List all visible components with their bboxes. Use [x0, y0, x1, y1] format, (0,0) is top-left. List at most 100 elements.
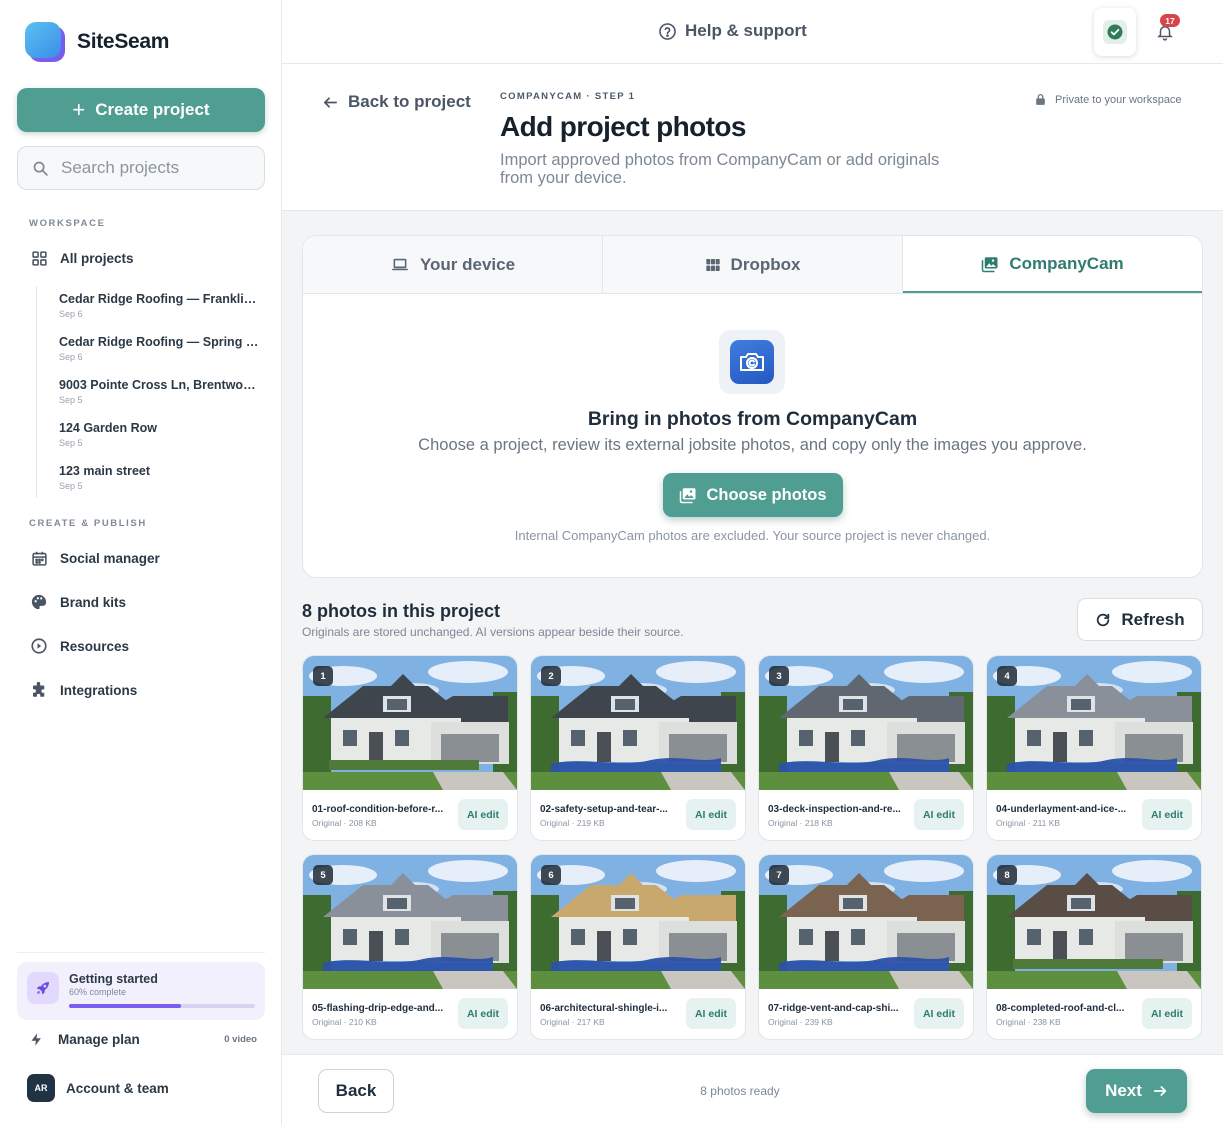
- project-item[interactable]: Cedar Ridge Roofing — Spring R... Sep 6: [59, 335, 259, 362]
- import-description: Choose a project, review its external jo…: [418, 436, 1087, 454]
- photo-filename: 08-completed-roof-and-cl...: [996, 1003, 1125, 1014]
- sidebar-item-label: Resources: [60, 638, 130, 654]
- ai-edit-button[interactable]: AI edit: [1142, 799, 1192, 830]
- photo-number: 8: [997, 865, 1017, 885]
- photo-filename: 02-safety-setup-and-tear-...: [540, 804, 668, 815]
- project-list: Cedar Ridge Roofing — Franklin ... Sep 6…: [36, 286, 268, 498]
- project-item[interactable]: Cedar Ridge Roofing — Franklin ... Sep 6: [59, 292, 259, 319]
- photo-card[interactable]: 6 06-architectural-shingle-i... Original ·…: [530, 854, 746, 1040]
- tab-label: Your device: [419, 254, 516, 274]
- page-description: Import approved photos from CompanyCam o…: [500, 151, 940, 187]
- project-item[interactable]: 124 Garden Row Sep 5: [59, 421, 259, 448]
- project-item[interactable]: 123 main street Sep 5: [59, 464, 259, 491]
- next-button[interactable]: Next: [1086, 1069, 1187, 1113]
- sidebar-item-resources[interactable]: Resources: [29, 636, 129, 656]
- import-title: Bring in photos from CompanyCam: [587, 408, 918, 430]
- tab-dropbox[interactable]: Dropbox: [603, 236, 903, 293]
- search-input[interactable]: [61, 158, 251, 178]
- project-name: 123 main street: [59, 464, 151, 478]
- house-photo: [303, 656, 517, 790]
- getting-started-card[interactable]: Getting started 60% complete: [17, 962, 265, 1020]
- sidebar-item-brand-kits[interactable]: Brand kits: [29, 592, 126, 612]
- manage-plan-label: Manage plan: [58, 1032, 140, 1047]
- account-label: Account & team: [66, 1080, 169, 1096]
- grid-icon: [29, 248, 49, 268]
- photo-filename: 01-roof-condition-before-r...: [312, 804, 444, 815]
- sidebar-item-label: Social manager: [60, 550, 160, 566]
- photo-filename: 03-deck-inspection-and-re...: [768, 804, 901, 815]
- ai-edit-button[interactable]: AI edit: [458, 799, 508, 830]
- ai-edit-button[interactable]: AI edit: [686, 998, 736, 1029]
- photo-card[interactable]: 5 05-flashing-drip-edge-and... Original · …: [302, 854, 518, 1040]
- main-content: Your device Dropbox CompanyCam Bring in …: [282, 211, 1223, 1054]
- back-to-project-link[interactable]: Back to project: [322, 92, 471, 112]
- sidebar-divider: [17, 952, 265, 953]
- project-date: Sep 6: [59, 352, 83, 362]
- privacy-note: Private to your workspace: [1034, 92, 1182, 107]
- house-photo: [531, 855, 745, 989]
- puzzle-icon: [29, 680, 49, 700]
- back-to-project-label: Back to project: [348, 92, 471, 111]
- manage-plan-link[interactable]: Manage plan 0 video: [29, 1031, 257, 1048]
- sidebar-item-label: Brand kits: [60, 594, 127, 610]
- progress-fill: [69, 1004, 181, 1008]
- tab-your-device[interactable]: Your device: [303, 236, 603, 293]
- create-project-label: Create project: [95, 100, 210, 119]
- photo-filename: 06-architectural-shingle-i...: [540, 1003, 668, 1014]
- photo-thumbnail: [303, 656, 517, 790]
- search-icon: [33, 161, 48, 176]
- photo-thumbnail: [531, 855, 745, 989]
- plus-icon: +: [72, 97, 86, 122]
- sidebar-item-all-projects[interactable]: All projects: [29, 248, 134, 268]
- ai-edit-button[interactable]: AI edit: [458, 998, 508, 1029]
- photo-card[interactable]: 2 02-safety-setup-and-tear-... Original · …: [530, 655, 746, 841]
- help-support-link[interactable]: Help & support: [658, 21, 807, 41]
- account-link[interactable]: AR Account & team: [27, 1074, 169, 1102]
- check-circle-icon: [1107, 24, 1123, 40]
- app-name: SiteSeam: [77, 30, 170, 53]
- create-project-button[interactable]: + Create project: [17, 88, 265, 132]
- ai-edit-button[interactable]: AI edit: [686, 799, 736, 830]
- avatar: AR: [27, 1074, 55, 1102]
- image-icon: [982, 256, 998, 272]
- project-name: 124 Garden Row: [59, 421, 157, 435]
- status-indicator[interactable]: [1094, 8, 1136, 56]
- sidebar-item-label: Integrations: [60, 682, 138, 698]
- project-name: 9003 Pointe Cross Ln, Brentwoo...: [59, 378, 259, 392]
- choose-photos-button[interactable]: Choose photos: [663, 473, 843, 517]
- lock-icon: [1036, 93, 1045, 105]
- project-date: Sep 5: [59, 395, 83, 405]
- photo-meta: Original · 208 KB: [312, 818, 377, 828]
- ai-edit-button[interactable]: AI edit: [914, 799, 964, 830]
- play-circle-icon: [29, 636, 49, 656]
- house-photo: [303, 855, 517, 989]
- search-box: [17, 146, 265, 190]
- page-title: Add project photos: [500, 111, 746, 142]
- sidebar: SiteSeam + Create project WORKSPACE All …: [0, 0, 282, 1125]
- photo-card[interactable]: 3 03-deck-inspection-and-re... Original · …: [758, 655, 974, 841]
- refresh-label: Refresh: [1121, 609, 1185, 629]
- photos-ready-text: 8 photos ready: [700, 1084, 780, 1098]
- photo-card[interactable]: 1 01-roof-condition-before-r... Original ·…: [302, 655, 518, 841]
- sidebar-item-social-manager[interactable]: Social manager: [29, 548, 160, 568]
- photo-meta: Original · 218 KB: [768, 818, 833, 828]
- ai-edit-button[interactable]: AI edit: [1142, 998, 1192, 1029]
- house-photo: [531, 656, 745, 790]
- project-date: Sep 5: [59, 438, 83, 448]
- tab-label: Dropbox: [730, 254, 801, 274]
- project-item[interactable]: 9003 Pointe Cross Ln, Brentwoo... Sep 5: [59, 378, 259, 405]
- photo-meta: Original · 210 KB: [312, 1017, 377, 1027]
- refresh-button[interactable]: Refresh: [1077, 598, 1203, 641]
- app-logo[interactable]: SiteSeam: [25, 22, 169, 62]
- source-tabs: Your device Dropbox CompanyCam: [303, 236, 1202, 294]
- ai-edit-button[interactable]: AI edit: [914, 998, 964, 1029]
- photo-card[interactable]: 7 07-ridge-vent-and-cap-shi... Original · …: [758, 854, 974, 1040]
- sidebar-item-integrations[interactable]: Integrations: [29, 680, 137, 700]
- photo-card[interactable]: 4 04-underlayment-and-ice-... Original · 2…: [986, 655, 1202, 841]
- photo-number: 7: [769, 865, 789, 885]
- palette-icon: [29, 592, 49, 612]
- refresh-icon: [1097, 613, 1110, 626]
- photo-card[interactable]: 8 08-completed-roof-and-cl... Original · 2…: [986, 854, 1202, 1040]
- tab-companycam[interactable]: CompanyCam: [903, 236, 1202, 293]
- choose-photos-label: Choose photos: [706, 485, 827, 504]
